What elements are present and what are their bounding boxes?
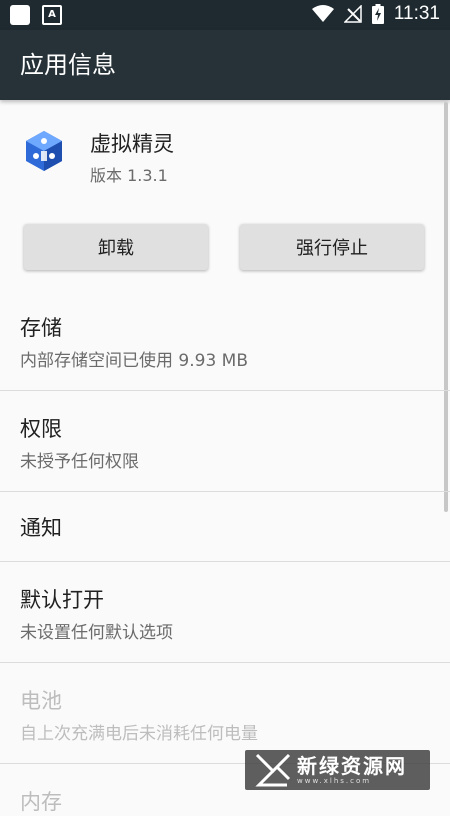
no-signal-icon [343,5,362,23]
wifi-icon [311,5,334,22]
app-cube-icon [26,131,62,171]
watermark-url: www.xlhs.com [297,776,372,785]
item-title: 内存 [20,790,62,814]
status-bar: A 11:31 [0,0,450,30]
app-name: 虚拟精灵 [90,132,174,156]
storage-item[interactable]: 存储 内部存储空间已使用 9.93 MB [0,290,450,390]
item-title: 存储 [20,316,62,340]
battery-charging-icon [371,4,384,24]
notification-icon [10,5,30,25]
watermark-logo-icon [255,753,291,787]
permissions-item[interactable]: 权限 未授予任何权限 [0,391,450,491]
app-version: 版本 1.3.1 [90,166,168,185]
item-subtitle: 未授予任何权限 [20,452,139,472]
watermark-text: 新绿资源网 [297,753,407,778]
item-title: 权限 [20,417,62,441]
item-title: 电池 [20,689,62,713]
watermark: 新绿资源网 www.xlhs.com [245,750,430,790]
status-time: 11:31 [393,3,440,24]
item-title: 通知 [20,516,62,540]
font-notification-icon: A [42,5,62,25]
item-subtitle: 未设置任何默认选项 [20,623,173,643]
page-title: 应用信息 [20,51,116,79]
item-subtitle: 自上次充满电后未消耗任何电量 [20,724,258,744]
toolbar: 应用信息 [0,30,450,100]
open-by-default-item[interactable]: 默认打开 未设置任何默认选项 [0,562,450,662]
uninstall-button[interactable]: 卸载 [24,224,208,270]
force-stop-button[interactable]: 强行停止 [240,224,424,270]
notifications-item[interactable]: 通知 [0,492,450,561]
app-header: 虚拟精灵 版本 1.3.1 [0,100,450,210]
battery-item: 电池 自上次充满电后未消耗任何电量 [0,663,450,763]
item-title: 默认打开 [20,588,104,612]
item-subtitle: 内部存储空间已使用 9.93 MB [20,351,248,371]
